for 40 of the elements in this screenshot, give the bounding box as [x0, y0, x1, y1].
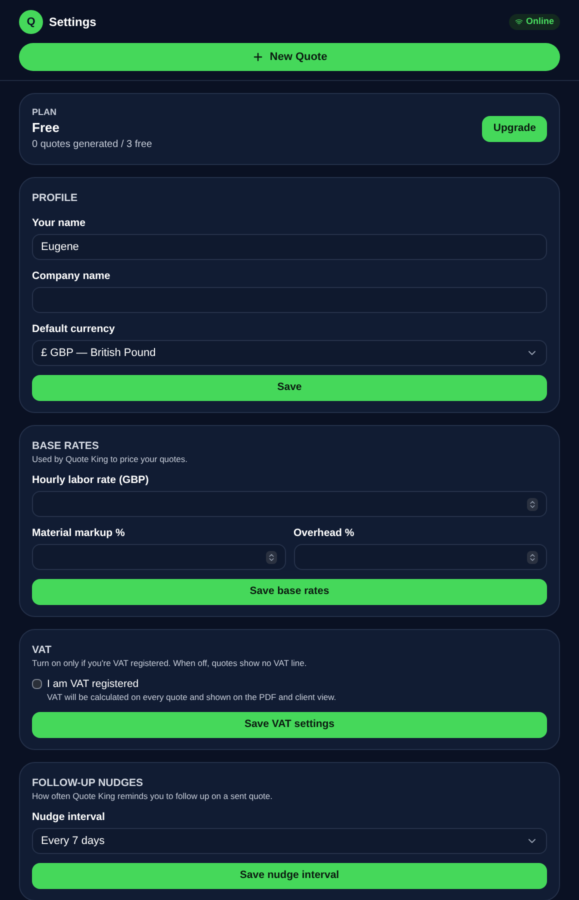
- field-label: Default currency: [32, 322, 116, 336]
- field-label: Hourly labor rate (GBP): [32, 473, 150, 487]
- save-button[interactable]: Save nudge interval: [32, 863, 547, 889]
- section-heading: FOLLOW-UP NUDGES: [32, 776, 144, 790]
- new-quote-button[interactable]: New Quote: [19, 43, 560, 71]
- upgrade-button[interactable]: Upgrade: [482, 116, 547, 142]
- section-heading: VAT: [32, 643, 52, 657]
- page-title: Settings: [49, 14, 96, 31]
- number-field[interactable]: [294, 544, 547, 570]
- section-heading: BASE RATES: [32, 439, 100, 453]
- section-description: Turn on only if you're VAT registered. When off, quotes show no VAT line.: [32, 657, 308, 669]
- field-label: Company name: [32, 269, 112, 283]
- select-field[interactable]: Every 7 days: [32, 828, 547, 854]
- section-description: How often Quote King reminds you to follow up on a sent quote.: [32, 790, 274, 802]
- checkbox-hint: VAT will be calculated on every quote and shown on the PDF and client view.: [47, 691, 336, 703]
- field-label: Overhead %: [294, 526, 356, 540]
- text-field[interactable]: [32, 287, 547, 313]
- number-field[interactable]: [32, 544, 286, 570]
- spinner-icon[interactable]: [527, 550, 538, 564]
- field-label: Nudge interval: [32, 810, 106, 824]
- section-heading: PLAN: [32, 106, 58, 119]
- plus-icon: [252, 51, 264, 63]
- section-description: Used by Quote King to price your quotes.: [32, 453, 188, 465]
- text-field[interactable]: Eugene: [32, 234, 547, 260]
- checkbox[interactable]: [32, 679, 42, 689]
- save-button[interactable]: Save VAT settings: [32, 712, 547, 738]
- logo: Q: [19, 10, 43, 34]
- save-button[interactable]: Save: [32, 375, 547, 401]
- usage-text: 0 quotes generated / 3 free: [32, 138, 152, 152]
- status-badge: Online: [508, 14, 560, 30]
- save-button[interactable]: Save base rates: [32, 579, 547, 605]
- select-field[interactable]: £ GBP — British Pound: [32, 340, 547, 366]
- spinner-icon[interactable]: [266, 550, 276, 564]
- section-heading: PROFILE: [32, 191, 79, 205]
- number-field[interactable]: [32, 491, 547, 517]
- field-label: Your name: [32, 216, 86, 230]
- checkbox-label: I am VAT registered: [47, 677, 140, 691]
- field-label: Material markup %: [32, 526, 126, 540]
- spinner-icon[interactable]: [527, 498, 538, 510]
- plan-name: Free: [32, 119, 60, 138]
